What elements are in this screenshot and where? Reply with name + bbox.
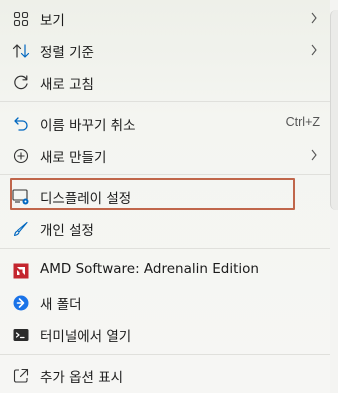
chevron-right-icon xyxy=(311,12,317,24)
expand-icon xyxy=(12,367,30,385)
submenu-flyout-edge xyxy=(330,10,338,210)
grid-icon xyxy=(12,10,30,28)
menu-item-label: 보기 xyxy=(40,13,65,29)
plus-circle-icon xyxy=(12,147,30,165)
menu-item-label: 새로 고침 xyxy=(40,77,94,93)
menu-item-undo-rename[interactable]: 이름 바꾸기 취소 Ctrl+Z xyxy=(4,107,326,139)
sort-arrows-icon xyxy=(12,42,30,60)
amd-logo-icon xyxy=(12,262,30,280)
shortcut-text: Ctrl+Z xyxy=(285,115,320,129)
menu-item-label: 터미널에서 열기 xyxy=(40,329,132,345)
chevron-right-icon xyxy=(311,44,317,56)
menu-item-show-more-options[interactable]: 추가 옵션 표시 xyxy=(4,359,326,391)
new-folder-icon xyxy=(12,294,30,312)
terminal-icon xyxy=(12,326,30,344)
menu-item-label: 새 폴더 xyxy=(40,297,82,313)
menu-item-new[interactable]: 새로 만들기 xyxy=(4,139,326,171)
menu-item-refresh[interactable]: 새로 고침 xyxy=(4,66,326,98)
menu-item-label: 새로 만들기 xyxy=(40,150,107,166)
background-window-edge xyxy=(330,0,338,393)
menu-item-new-folder[interactable]: 새 폴더 xyxy=(4,286,326,318)
menu-item-label: 정렬 기준 xyxy=(40,45,94,61)
menu-item-amd-software[interactable]: AMD Software: Adrenalin Edition xyxy=(4,254,326,286)
menu-item-label: 개인 설정 xyxy=(40,223,94,239)
menu-item-sort-by[interactable]: 정렬 기준 xyxy=(4,34,326,66)
separator xyxy=(0,174,330,175)
separator xyxy=(0,248,330,249)
separator xyxy=(0,354,330,355)
menu-item-label: 추가 옵션 표시 xyxy=(40,370,124,386)
menu-item-display-settings[interactable]: 디스플레이 설정 xyxy=(4,180,326,212)
menu-item-open-terminal[interactable]: 터미널에서 열기 xyxy=(4,318,326,350)
menu-item-view[interactable]: 보기 xyxy=(4,2,326,34)
refresh-icon xyxy=(12,74,30,92)
brush-icon xyxy=(12,220,30,238)
chevron-right-icon xyxy=(311,149,317,161)
menu-item-label: 이름 바꾸기 취소 xyxy=(40,118,136,134)
menu-item-label: 디스플레이 설정 xyxy=(40,191,132,207)
context-menu: 보기 정렬 기준 새로 고침 이름 바꾸기 취소 Ctrl+Z 새로 만들기 디… xyxy=(0,0,330,393)
display-settings-icon xyxy=(12,188,30,206)
separator xyxy=(0,101,330,102)
menu-item-personalize[interactable]: 개인 설정 xyxy=(4,212,326,244)
undo-icon xyxy=(12,115,30,133)
menu-item-label: AMD Software: Adrenalin Edition xyxy=(40,261,259,277)
